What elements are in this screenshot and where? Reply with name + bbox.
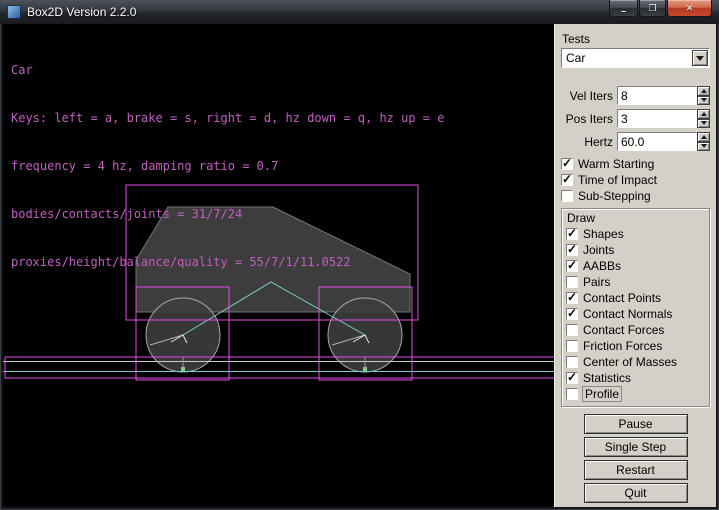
- restart-button[interactable]: Restart: [584, 460, 688, 480]
- simulation-canvas[interactable]: Car Keys: left = a, brake = s, right = d…: [3, 24, 554, 507]
- ground-aabb: [5, 357, 554, 378]
- vel-iters-label: Vel Iters: [561, 89, 617, 103]
- iteration-spinners: Vel Iters Pos Iters Hertz: [561, 86, 710, 151]
- vel-iters-spinner: Vel Iters: [561, 86, 710, 105]
- debug-line-bodies: bodies/contacts/joints = 31/7/24: [11, 206, 444, 222]
- checkbox-icon[interactable]: [566, 308, 578, 320]
- window-controls: – ❐ ✕: [608, 0, 712, 17]
- checkbox-shapes[interactable]: Shapes: [566, 226, 709, 242]
- checkbox-pairs[interactable]: Pairs: [566, 274, 709, 290]
- checkbox-icon[interactable]: [566, 372, 578, 384]
- checkbox-icon[interactable]: [561, 174, 573, 186]
- sim-options: Warm Starting Time of Impact Sub-Steppin…: [561, 156, 710, 204]
- checkbox-label: Center of Masses: [583, 355, 677, 369]
- hertz-spinner: Hertz: [561, 132, 710, 151]
- checkbox-icon[interactable]: [561, 158, 573, 170]
- checkbox-contact-forces[interactable]: Contact Forces: [566, 322, 709, 338]
- vel-iters-input[interactable]: [617, 86, 697, 105]
- checkbox-label: Profile: [583, 387, 621, 401]
- checkbox-label: Contact Points: [583, 291, 661, 305]
- test-title: Car: [11, 62, 444, 78]
- pos-iters-arrows: [697, 109, 710, 128]
- checkbox-contact-points[interactable]: Contact Points: [566, 290, 709, 306]
- checkbox-icon[interactable]: [566, 244, 578, 256]
- pos-iters-down-icon[interactable]: [697, 119, 710, 129]
- box2d-window: Box2D Version 2.2.0 – ❐ ✕: [0, 0, 719, 510]
- debug-line-frequency: frequency = 4 hz, damping ratio = 0.7: [11, 158, 444, 174]
- hertz-up-icon[interactable]: [697, 132, 710, 142]
- minimize-icon: –: [621, 7, 626, 16]
- minimize-button[interactable]: –: [609, 0, 638, 17]
- vel-iters-down-icon[interactable]: [697, 96, 710, 106]
- checkbox-icon[interactable]: [566, 356, 578, 368]
- draw-group-title: Draw: [567, 211, 709, 225]
- debug-text-block: Car Keys: left = a, brake = s, right = d…: [11, 30, 444, 302]
- checkbox-friction-forces[interactable]: Friction Forces: [566, 338, 709, 354]
- checkbox-profile[interactable]: Profile: [566, 386, 709, 402]
- action-buttons: Pause Single Step Restart Quit: [561, 414, 710, 506]
- checkbox-label: Statistics: [583, 371, 631, 385]
- pause-button[interactable]: Pause: [584, 414, 688, 434]
- checkbox-label: Friction Forces: [583, 339, 662, 353]
- maximize-icon: ❐: [648, 4, 656, 13]
- checkbox-label: Shapes: [583, 227, 624, 241]
- hertz-label: Hertz: [561, 135, 617, 149]
- checkbox-center-of-masses[interactable]: Center of Masses: [566, 354, 709, 370]
- checkbox-icon[interactable]: [566, 388, 578, 400]
- checkbox-icon[interactable]: [561, 190, 573, 202]
- tests-dropdown-value: Car: [562, 51, 692, 65]
- single-step-button[interactable]: Single Step: [584, 437, 688, 457]
- checkbox-sub-stepping[interactable]: Sub-Stepping: [561, 188, 710, 204]
- checkbox-label: Contact Forces: [583, 323, 664, 337]
- close-button[interactable]: ✕: [667, 0, 712, 17]
- pos-iters-label: Pos Iters: [561, 112, 617, 126]
- dropdown-arrow-icon[interactable]: [692, 50, 708, 66]
- pos-iters-spinner: Pos Iters: [561, 109, 710, 128]
- quit-button[interactable]: Quit: [584, 483, 688, 503]
- checkbox-icon[interactable]: [566, 324, 578, 336]
- pos-iters-up-icon[interactable]: [697, 109, 710, 119]
- checkbox-icon[interactable]: [566, 292, 578, 304]
- checkbox-aabbs[interactable]: AABBs: [566, 258, 709, 274]
- window-title: Box2D Version 2.2.0: [27, 5, 136, 19]
- control-panel: Tests Car Vel Iters Pos Iters: [554, 24, 716, 507]
- checkbox-icon[interactable]: [566, 260, 578, 272]
- hertz-input[interactable]: [617, 132, 697, 151]
- checkbox-label: Joints: [583, 243, 614, 257]
- debug-line-proxies: proxies/height/balance/quality = 55/7/1/…: [11, 254, 444, 270]
- maximize-button[interactable]: ❐: [639, 0, 666, 17]
- close-icon: ✕: [686, 4, 694, 13]
- checkbox-time-of-impact[interactable]: Time of Impact: [561, 172, 710, 188]
- checkbox-label: Time of Impact: [578, 173, 657, 187]
- checkbox-joints[interactable]: Joints: [566, 242, 709, 258]
- draw-group: Draw Shapes Joints AABBs Pairs Contact P…: [561, 208, 710, 407]
- app-icon: [7, 5, 21, 19]
- tests-label: Tests: [562, 32, 710, 46]
- checkbox-icon[interactable]: [566, 276, 578, 288]
- checkbox-warm-starting[interactable]: Warm Starting: [561, 156, 710, 172]
- checkbox-label: Pairs: [583, 275, 610, 289]
- pos-iters-input[interactable]: [617, 109, 697, 128]
- titlebar[interactable]: Box2D Version 2.2.0 – ❐ ✕: [0, 0, 719, 24]
- tests-dropdown[interactable]: Car: [561, 48, 710, 68]
- checkbox-icon[interactable]: [566, 228, 578, 240]
- checkbox-label: Contact Normals: [583, 307, 672, 321]
- vel-iters-arrows: [697, 86, 710, 105]
- hertz-down-icon[interactable]: [697, 142, 710, 152]
- vel-iters-up-icon[interactable]: [697, 86, 710, 96]
- checkbox-statistics[interactable]: Statistics: [566, 370, 709, 386]
- checkbox-icon[interactable]: [566, 340, 578, 352]
- checkbox-label: Warm Starting: [578, 157, 654, 171]
- checkbox-contact-normals[interactable]: Contact Normals: [566, 306, 709, 322]
- checkbox-label: Sub-Stepping: [578, 189, 651, 203]
- hertz-arrows: [697, 132, 710, 151]
- checkbox-label: AABBs: [583, 259, 621, 273]
- debug-line-keys: Keys: left = a, brake = s, right = d, hz…: [11, 110, 444, 126]
